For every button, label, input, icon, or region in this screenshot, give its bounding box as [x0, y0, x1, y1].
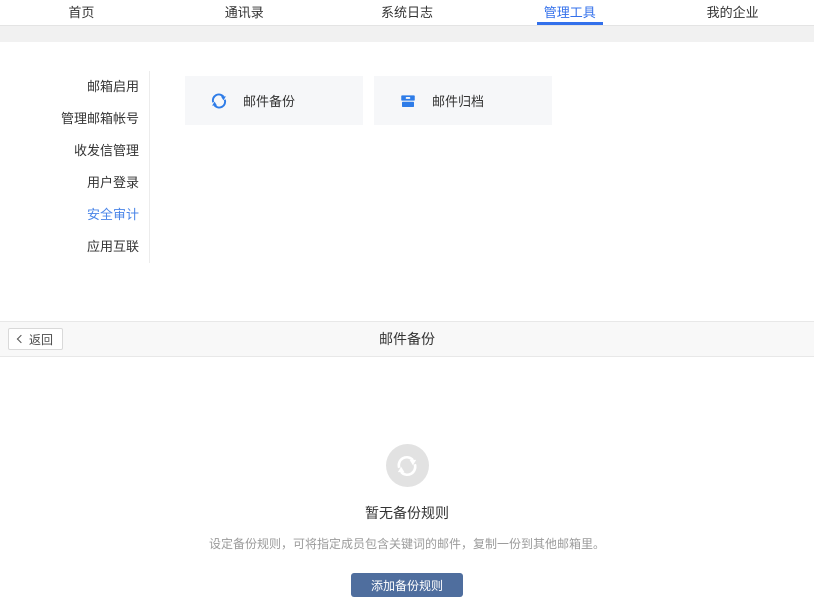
tab-label: 首页: [68, 2, 94, 21]
sidebar-item-mailbox-enable[interactable]: 邮箱启用: [0, 71, 149, 103]
card-mail-archive[interactable]: 邮件归档: [374, 76, 552, 125]
tab-home[interactable]: 首页: [0, 0, 163, 25]
back-button-label: 返回: [29, 331, 53, 348]
sidebar-item-user-login[interactable]: 用户登录: [0, 167, 149, 199]
section-title: 邮件备份: [0, 329, 814, 349]
back-button[interactable]: 返回: [8, 328, 63, 350]
add-backup-rule-button[interactable]: 添加备份规则: [351, 573, 463, 597]
tab-my-company[interactable]: 我的企业: [651, 0, 814, 25]
tool-cards: 邮件备份 邮件归档: [150, 42, 552, 321]
archive-icon: [399, 92, 417, 110]
sidebar-list: 邮箱启用 管理邮箱帐号 收发信管理 用户登录 安全审计 应用互联: [0, 71, 150, 263]
admin-tools-panel: 邮箱启用 管理邮箱帐号 收发信管理 用户登录 安全审计 应用互联 邮件备份: [0, 42, 814, 321]
card-mail-backup[interactable]: 邮件备份: [185, 76, 363, 125]
empty-description: 设定备份规则，可将指定成员包含关键词的邮件，复制一份到其他邮箱里。: [0, 535, 814, 552]
section-header: 返回 邮件备份: [0, 321, 814, 357]
sidebar-item-manage-accounts[interactable]: 管理邮箱帐号: [0, 103, 149, 135]
active-tab-underline: [537, 22, 603, 25]
subnav-strip: [0, 25, 814, 42]
tab-admin-tools[interactable]: 管理工具: [488, 0, 651, 25]
card-label: 邮件归档: [432, 91, 484, 110]
sidebar: 邮箱启用 管理邮箱帐号 收发信管理 用户登录 安全审计 应用互联: [0, 42, 150, 321]
tab-system-log[interactable]: 系统日志: [326, 0, 489, 25]
empty-state: 暂无备份规则 设定备份规则，可将指定成员包含关键词的邮件，复制一份到其他邮箱里。…: [0, 357, 814, 597]
sidebar-item-send-receive[interactable]: 收发信管理: [0, 135, 149, 167]
tab-label: 管理工具: [544, 2, 596, 21]
chevron-left-icon: [17, 335, 25, 343]
sync-icon: [210, 92, 228, 110]
top-nav: 首页 通讯录 系统日志 管理工具 我的企业: [0, 0, 814, 25]
tab-contacts[interactable]: 通讯录: [163, 0, 326, 25]
tab-label: 通讯录: [225, 2, 264, 21]
sidebar-item-app-connect[interactable]: 应用互联: [0, 231, 149, 263]
sync-icon: [386, 444, 429, 487]
tab-label: 系统日志: [381, 2, 433, 21]
tab-label: 我的企业: [707, 2, 759, 21]
empty-title: 暂无备份规则: [0, 503, 814, 523]
card-label: 邮件备份: [243, 91, 295, 110]
sidebar-item-security-audit[interactable]: 安全审计: [0, 199, 149, 231]
